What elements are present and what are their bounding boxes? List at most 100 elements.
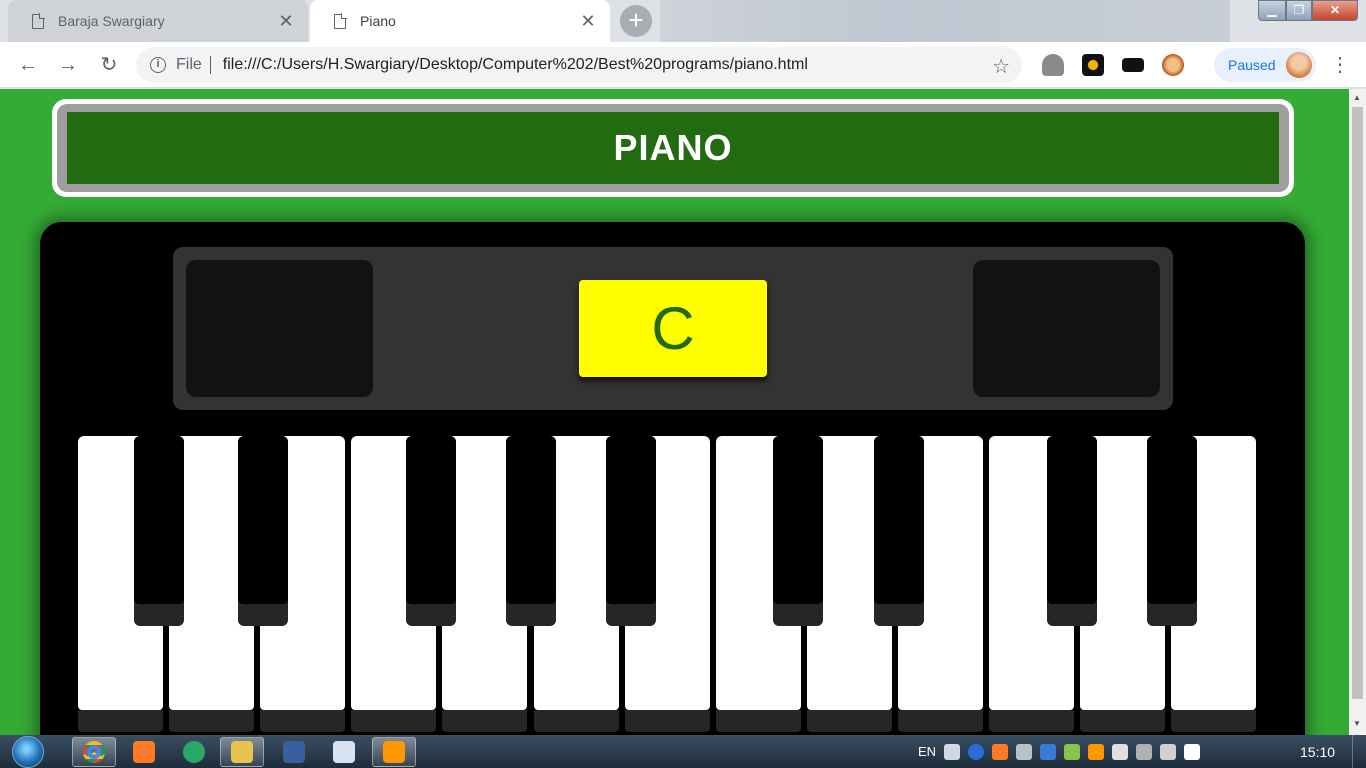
star-icon[interactable]: ☆: [992, 54, 1010, 79]
control-panel: C: [173, 247, 1173, 410]
document-icon: [333, 741, 355, 763]
black-key-top: [406, 436, 456, 604]
reload-icon: ↻: [100, 54, 118, 76]
monkey-extension-icon[interactable]: [1162, 54, 1184, 76]
system-tray: EN: [918, 735, 1208, 768]
black-key-top: [773, 436, 823, 604]
chrome-icon: [83, 741, 105, 763]
xampp-taskbar-button[interactable]: [122, 737, 166, 767]
black-key-top: [874, 436, 924, 604]
white-key-lip: [625, 710, 710, 732]
white-key-lip: [1080, 710, 1165, 732]
avatar: [1286, 52, 1312, 78]
black-key[interactable]: [874, 436, 924, 626]
bluestacks-icon[interactable]: [1064, 743, 1081, 760]
flag-icon[interactable]: [1112, 743, 1129, 760]
new-tab-button[interactable]: +: [620, 5, 652, 37]
close-icon[interactable]: ✕: [276, 11, 296, 31]
drive-icon[interactable]: [1016, 743, 1033, 760]
clock[interactable]: 15:10: [1300, 744, 1335, 760]
sublime-text-icon: [383, 741, 405, 763]
white-key-lip: [78, 710, 163, 732]
black-key[interactable]: [1147, 436, 1197, 626]
scroll-down-icon[interactable]: ▼: [1353, 719, 1361, 728]
black-key-top: [506, 436, 556, 604]
profile-button[interactable]: Paused: [1214, 48, 1316, 82]
language-indicator[interactable]: EN: [918, 744, 936, 759]
device-icon[interactable]: [1040, 743, 1057, 760]
xampp-tray-icon[interactable]: [992, 743, 1009, 760]
back-button[interactable]: ←: [15, 52, 41, 78]
black-key-top: [238, 436, 288, 604]
black-key-top: [1147, 436, 1197, 604]
kebab-menu-icon[interactable]: ⋮: [1330, 52, 1350, 77]
tab-strip: Baraja Swargiary ✕ Piano ✕ + ▁ ❐ ✕: [0, 0, 1366, 42]
tab-title: Piano: [360, 13, 396, 29]
taskbar: EN 15:10: [0, 735, 1366, 768]
show-desktop-button[interactable]: [1352, 735, 1366, 768]
white-key-lip: [260, 710, 345, 732]
sublime-taskbar-button[interactable]: [372, 737, 416, 767]
tab-piano[interactable]: Piano ✕: [310, 0, 610, 42]
note-display: C: [579, 280, 767, 377]
black-key[interactable]: [134, 436, 184, 626]
info-icon[interactable]: i: [150, 57, 166, 73]
chrome-taskbar-button[interactable]: [72, 737, 116, 767]
black-key[interactable]: [606, 436, 656, 626]
left-speaker: [186, 260, 373, 397]
volume-icon[interactable]: [1160, 743, 1177, 760]
forward-button[interactable]: →: [55, 52, 81, 78]
explorer-taskbar-button[interactable]: [220, 737, 264, 767]
keyboard-icon[interactable]: [944, 743, 961, 760]
plus-icon: +: [628, 5, 644, 35]
document-taskbar-button[interactable]: [322, 737, 366, 767]
url-text[interactable]: file:///C:/Users/H.Swargiary/Desktop/Com…: [223, 56, 808, 74]
reload-button[interactable]: ↻: [96, 52, 122, 78]
right-speaker: [973, 260, 1160, 397]
app-icon: [183, 741, 205, 763]
vertical-scrollbar[interactable]: ▲ ▼: [1349, 89, 1366, 735]
profile-status: Paused: [1228, 57, 1276, 73]
black-key[interactable]: [406, 436, 456, 626]
app-taskbar-button[interactable]: [172, 737, 216, 767]
scrollbar-thumb[interactable]: [1352, 107, 1363, 699]
white-key-lip: [989, 710, 1074, 732]
maximize-button[interactable]: ❐: [1286, 0, 1312, 21]
scheme-label: File: [176, 56, 202, 73]
network-icon[interactable]: [1136, 743, 1153, 760]
tab-title: Baraja Swargiary: [58, 13, 165, 29]
address-bar[interactable]: i File file:///C:/Users/H.Swargiary/Desk…: [136, 47, 1022, 83]
divider: [209, 56, 211, 74]
piano-body: C: [40, 222, 1305, 735]
extension-icon[interactable]: [1082, 54, 1104, 76]
dev-cpp-icon: [283, 741, 305, 763]
keyboard-extension-icon[interactable]: [1122, 58, 1144, 72]
devcpp-taskbar-button[interactable]: [272, 737, 316, 767]
black-key[interactable]: [773, 436, 823, 626]
white-key-lip: [898, 710, 983, 732]
black-key[interactable]: [1047, 436, 1097, 626]
title-frame-inner: PIANO: [57, 104, 1289, 192]
back-arrow-icon: ←: [18, 54, 38, 76]
title-bar: PIANO: [67, 112, 1279, 184]
white-key-lip: [169, 710, 254, 732]
help-icon[interactable]: [968, 743, 985, 760]
close-icon[interactable]: ✕: [578, 11, 598, 31]
update-icon[interactable]: [1088, 743, 1105, 760]
minimize-button[interactable]: ▁: [1258, 0, 1286, 21]
power-icon[interactable]: [1184, 743, 1201, 760]
incognito-extension-icon[interactable]: [1042, 54, 1064, 76]
black-key[interactable]: [506, 436, 556, 626]
xampp-icon: [133, 741, 155, 763]
document-icon: [334, 13, 347, 29]
window-close-button[interactable]: ✕: [1312, 0, 1358, 21]
black-key-top: [134, 436, 184, 604]
tab-baraja-swargiary[interactable]: Baraja Swargiary ✕: [8, 0, 308, 42]
page-title: PIANO: [613, 127, 733, 168]
black-key[interactable]: [238, 436, 288, 626]
start-button[interactable]: [12, 736, 44, 768]
black-key-top: [1047, 436, 1097, 604]
window-controls: ▁ ❐ ✕: [1258, 0, 1358, 21]
scroll-up-icon[interactable]: ▲: [1353, 93, 1361, 102]
white-key-lip: [534, 710, 619, 732]
